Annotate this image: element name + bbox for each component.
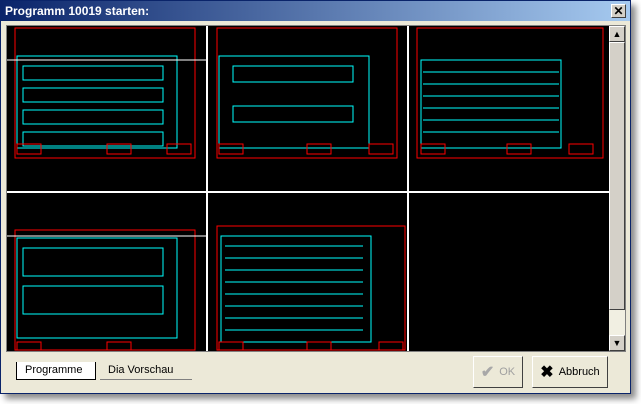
ok-button[interactable]: ✔ OK (473, 356, 523, 388)
program-preview-canvas: ▲ ▼ (6, 25, 626, 352)
scroll-up-button[interactable]: ▲ (609, 26, 625, 42)
cancel-button-label: Abbruch (558, 366, 600, 378)
scroll-thumb[interactable] (609, 42, 625, 310)
preview-cell-4[interactable] (7, 229, 207, 351)
arrow-up-icon: ▲ (612, 29, 622, 39)
tab-dia-vorschau[interactable]: Dia Vorschau (100, 362, 192, 380)
preview-cell-1[interactable] (7, 27, 207, 159)
x-icon: ✖ (540, 364, 554, 381)
vertical-scrollbar[interactable]: ▲ ▼ (609, 26, 625, 351)
checkmark-icon: ✔ (480, 364, 495, 381)
grid-lines (7, 26, 610, 351)
window-title: Programm 10019 starten: (5, 4, 150, 18)
program-start-dialog: Programm 10019 starten: ✕ ▲ ▼ Programme … (0, 0, 631, 394)
ok-button-label: OK (499, 366, 516, 378)
scroll-down-button[interactable]: ▼ (609, 335, 625, 351)
close-button[interactable]: ✕ (611, 4, 626, 18)
preview-cell-2[interactable] (216, 27, 398, 159)
cancel-button[interactable]: ✖ Abbruch (532, 356, 608, 388)
cad-preview-drawing (7, 26, 610, 351)
tab-programme[interactable]: Programme (16, 362, 96, 380)
arrow-down-icon: ▼ (612, 338, 622, 348)
preview-cell-3[interactable] (416, 27, 604, 159)
title-bar[interactable]: Programm 10019 starten: ✕ (1, 1, 630, 21)
preview-cell-5[interactable] (216, 225, 406, 351)
bottom-bar: Programme Dia Vorschau ✔ OK ✖ Abbruch (6, 354, 626, 390)
close-icon: ✕ (613, 4, 624, 18)
